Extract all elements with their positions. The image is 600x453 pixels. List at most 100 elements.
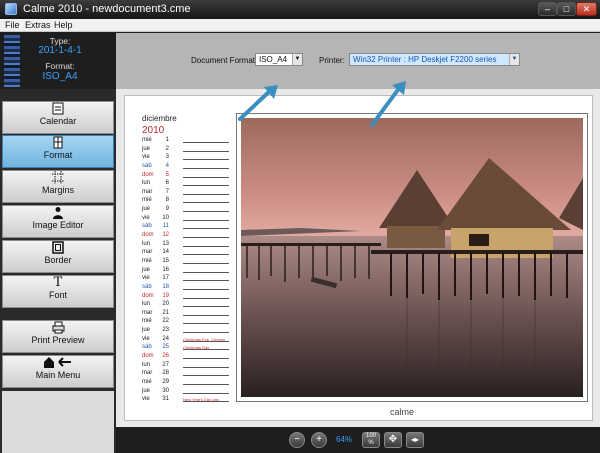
calendar-day-row: lun 6 (142, 179, 232, 188)
day-number: 5 (165, 171, 169, 178)
format-icon (51, 136, 65, 150)
nav-calendar-button[interactable]: Calendar (2, 101, 114, 134)
format-label: Format: (45, 61, 75, 71)
image-editor-icon (51, 206, 65, 220)
nav-image-editor-button[interactable]: Image Editor (2, 205, 114, 238)
day-name: mar (142, 249, 153, 256)
calendar-day-row: sáb 25 Christmas Day (142, 343, 232, 352)
nav-margins-button[interactable]: Margins (2, 170, 114, 203)
app-icon (5, 3, 17, 15)
nav-print-preview-label: Print Preview (31, 335, 85, 345)
day-number: 20 (162, 301, 169, 308)
day-number: 28 (162, 370, 169, 377)
day-number: 6 (165, 180, 169, 187)
calendar-photo[interactable] (241, 118, 583, 397)
printer-select[interactable]: Win32 Printer : HP Deskjet F2200 series … (349, 53, 520, 66)
day-name: sáb (142, 283, 152, 290)
menu-file[interactable]: File (5, 20, 20, 30)
day-note-line (183, 159, 229, 161)
calendar-day-row: lun 13 (142, 240, 232, 249)
day-number: 14 (162, 249, 169, 256)
nav-border-button[interactable]: Border (2, 240, 114, 273)
calendar-day-row: jue 23 (142, 326, 232, 335)
minimize-button[interactable]: – (538, 2, 557, 16)
day-name: jue (142, 327, 151, 334)
day-name: sáb (142, 344, 152, 351)
maximize-button[interactable]: □ (557, 2, 576, 16)
day-number: 30 (162, 387, 169, 394)
day-list: mié 1 jue 2 vie 3 sáb 4 dom 5 lun 6 mar 7 mié 8 jue 9 vie 1… (142, 136, 232, 404)
document-format-select[interactable]: ISO_A4 ▼ (255, 53, 303, 66)
day-name: lun (142, 361, 151, 368)
calendar-day-row: jue 30 (142, 387, 232, 396)
printer-value: Win32 Printer : HP Deskjet F2200 series (353, 55, 497, 64)
expand-icon[interactable]: ◂▸ (406, 432, 424, 448)
day-note-line (183, 271, 229, 273)
nav-font-button[interactable]: T Font (2, 275, 114, 308)
calendar-day-row: dom 12 (142, 231, 232, 240)
zoom-level: 64% (336, 435, 353, 444)
day-number: 2 (165, 145, 169, 152)
day-name: vie (142, 396, 150, 403)
nav-main-menu-label: Main Menu (35, 370, 81, 380)
day-number: 23 (162, 327, 169, 334)
calendar-day-row: mié 8 (142, 196, 232, 205)
nav-format-button[interactable]: Format (2, 135, 114, 168)
menu-extras[interactable]: Extras (25, 20, 51, 30)
type-value: 201-1-4-1 (38, 45, 82, 56)
day-name: jue (142, 145, 151, 152)
zoom-out-icon[interactable]: − (289, 432, 305, 448)
photo-frame (236, 113, 588, 402)
chevron-down-icon[interactable]: ▼ (292, 54, 302, 65)
day-name: mié (142, 378, 152, 385)
day-number: 12 (162, 232, 169, 239)
calendar-day-row: mar 7 (142, 188, 232, 197)
calendar-day-row: dom 19 (142, 292, 232, 301)
day-number: 1 (165, 137, 169, 143)
holiday-note: New Year's Day obs. (183, 397, 220, 403)
margins-icon (51, 171, 65, 185)
day-number: 22 (162, 318, 169, 325)
day-name: vie (142, 335, 150, 342)
day-name: mié (142, 318, 152, 325)
year: 2010 (142, 125, 165, 136)
day-note-line (183, 392, 229, 394)
home-back-icon (43, 356, 73, 370)
chevron-down-icon[interactable]: ▼ (509, 54, 519, 65)
day-number: 21 (162, 309, 169, 316)
nav-print-preview-button[interactable]: Print Preview (2, 320, 114, 353)
day-number: 25 (162, 344, 169, 351)
nav-image-editor-label: Image Editor (32, 220, 84, 230)
day-note-line (183, 202, 229, 204)
calendar-day-row: sáb 11 (142, 222, 232, 231)
nav-main-menu-button[interactable]: Main Menu (2, 355, 114, 388)
menu-help[interactable]: Help (54, 20, 73, 30)
calme-logo: calme (390, 407, 414, 417)
month-name: diciembre (142, 114, 177, 123)
day-number: 7 (165, 188, 169, 195)
calendar-day-row: mié 29 (142, 378, 232, 387)
close-button[interactable]: ✕ (576, 2, 597, 16)
day-note-line (183, 262, 229, 264)
calendar-day-row: lun 20 (142, 300, 232, 309)
title-bar: Calme 2010 - newdocument3.cme – □ ✕ (0, 0, 600, 19)
day-number: 8 (165, 197, 169, 204)
calendar-day-row: jue 16 (142, 266, 232, 275)
border-icon (51, 241, 65, 255)
bottom-bar: − + 64% 100 % ✥ ◂▸ (116, 427, 600, 453)
move-icon[interactable]: ✥ (384, 432, 402, 448)
fit-100-button[interactable]: 100 % (362, 432, 380, 448)
calendar-day-row: sáb 18 (142, 283, 232, 292)
zoom-in-icon[interactable]: + (311, 432, 327, 448)
document-format-label: Document Format: (191, 56, 258, 65)
day-note-line (183, 167, 229, 169)
day-number: 16 (162, 266, 169, 273)
sidebar: Calendar Format Margins Image Editor Bor… (0, 89, 116, 453)
calendar-day-row: vie 24 Christmas Eve, Christm (142, 335, 232, 344)
day-name: mié (142, 257, 152, 264)
day-name: vie (142, 275, 150, 282)
nav-font-label: Font (48, 290, 67, 300)
window-title: Calme 2010 - newdocument3.cme (23, 3, 191, 15)
calendar-day-row: jue 9 (142, 205, 232, 214)
day-note-line (183, 314, 229, 316)
